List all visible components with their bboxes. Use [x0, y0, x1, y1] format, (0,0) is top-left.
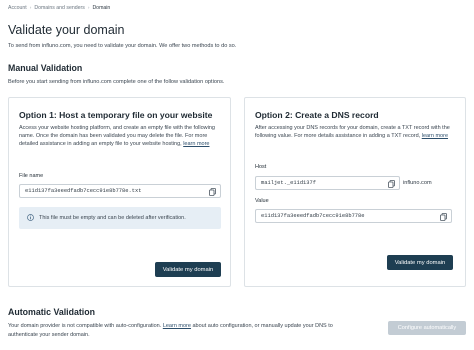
- manual-validation-title: Manual Validation: [8, 63, 83, 73]
- page-title: Validate your domain: [8, 23, 125, 37]
- option1-description: Access your website hosting platform, an…: [19, 125, 222, 149]
- host-value: mailjet._e11d137f: [261, 180, 316, 186]
- chevron-right-icon: ›: [87, 5, 90, 11]
- option1-card: Option 1: Host a temporary file on your …: [8, 97, 231, 287]
- breadcrumb: Account › Domains and senders › Domain: [8, 5, 110, 11]
- chevron-right-icon: ›: [29, 5, 32, 11]
- page-intro: To send from influno.com, you need to va…: [8, 43, 237, 49]
- automatic-validation-title: Automatic Validation: [8, 307, 96, 317]
- option1-validate-button[interactable]: Validate my domain: [155, 262, 221, 277]
- file-name-label: File name: [19, 173, 44, 179]
- value-label: Value: [255, 198, 269, 204]
- option2-validate-button[interactable]: Validate my domain: [387, 255, 453, 270]
- option2-learn-more-link[interactable]: learn more: [422, 133, 448, 139]
- file-info-text: This file must be empty and can be delet…: [39, 215, 186, 221]
- copy-icon[interactable]: [439, 212, 448, 221]
- breadcrumb-item-domains[interactable]: Domains and senders: [34, 5, 84, 11]
- file-name-field[interactable]: e11d137fa3eeedfadb7cecc91e8b778e.txt: [19, 184, 221, 198]
- breadcrumb-item-account[interactable]: Account: [8, 5, 27, 11]
- file-info-notice: This file must be empty and can be delet…: [19, 207, 221, 229]
- option1-title: Option 1: Host a temporary file on your …: [19, 110, 213, 120]
- manual-validation-description: Before you start sending from influno.co…: [8, 79, 225, 85]
- value-field[interactable]: e11d137fa3eeedfadb7cecc91e8b778e: [255, 209, 452, 223]
- breadcrumb-item-domain: Domain: [92, 5, 111, 11]
- info-icon: [27, 213, 34, 223]
- configure-automatically-button: Configure automatically: [388, 321, 466, 335]
- automatic-validation-description: Your domain provider is not compatible w…: [8, 322, 338, 339]
- option2-title: Option 2: Create a DNS record: [255, 110, 379, 120]
- option1-learn-more-link[interactable]: learn more: [183, 141, 209, 147]
- host-domain-suffix: influno.com: [403, 180, 432, 186]
- host-field[interactable]: mailjet._e11d137f: [255, 176, 400, 190]
- host-label: Host: [255, 164, 267, 170]
- option2-card: Option 2: Create a DNS record After acce…: [244, 97, 466, 287]
- file-name-value: e11d137fa3eeedfadb7cecc91e8b778e.txt: [25, 188, 142, 194]
- copy-icon[interactable]: [387, 179, 396, 188]
- copy-icon[interactable]: [208, 187, 217, 196]
- option2-description: After accessing your DNS records for you…: [255, 125, 457, 141]
- page: Account › Domains and senders › Domain V…: [0, 0, 474, 350]
- option2-description-text: After accessing your DNS records for you…: [255, 125, 450, 139]
- txt-record-value: e11d137fa3eeedfadb7cecc91e8b778e: [261, 213, 365, 219]
- automatic-desc-before: Your domain provider is not compatible w…: [8, 323, 162, 329]
- auto-config-learn-more-link[interactable]: Learn more: [163, 323, 191, 329]
